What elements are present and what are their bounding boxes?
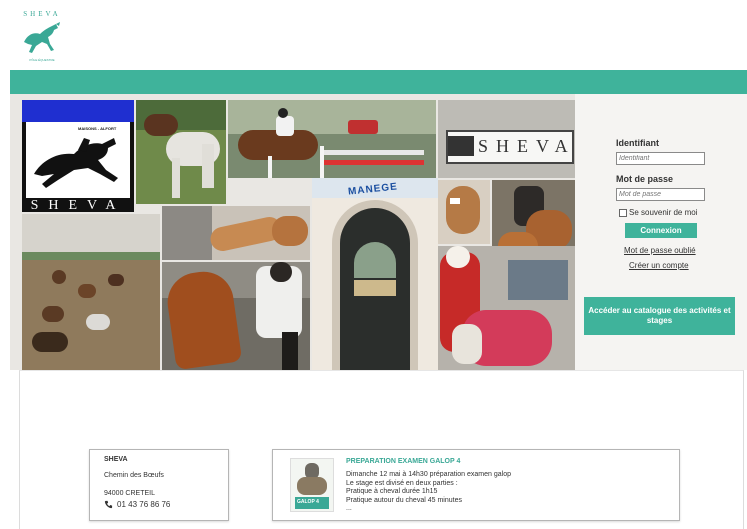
sheva-logo[interactable]: SHEVA PÔLE ÉQUESTRE (18, 8, 66, 66)
remember-me[interactable]: Se souvenir de moi (619, 208, 697, 217)
horses-heads-photo (162, 206, 310, 260)
manege-building-photo: MANEGE (312, 178, 438, 370)
forgot-password-link[interactable]: Mot de passe oublié (624, 246, 696, 255)
jumping-horse-silhouette (34, 138, 118, 188)
paddock-horses-photo (136, 100, 226, 204)
news-body: Dimanche 12 mai à 14h30 préparation exam… (346, 471, 511, 514)
navigation-bar (10, 70, 747, 94)
news-line: Pratique autour du cheval 45 minutes (346, 496, 462, 504)
horse-closeup-photo (438, 180, 490, 244)
phone-row[interactable]: 01 43 76 86 76 (104, 500, 228, 509)
create-account-link[interactable]: Créer un compte (629, 261, 689, 270)
address-street: Chemin des Bœufs (104, 472, 164, 479)
remember-checkbox[interactable] (619, 208, 627, 217)
identifiant-input[interactable] (616, 152, 705, 165)
site-header: SHEVA PÔLE ÉQUESTRE (0, 0, 747, 70)
sheva-sign-text: SHEVA (30, 198, 126, 212)
connexion-button[interactable]: Connexion (625, 223, 697, 238)
indoor-arena-photo (22, 214, 160, 370)
password-label: Mot de passe (616, 174, 674, 184)
news-card[interactable]: GALOP 4 PREPARATION EXAMEN GALOP 4 Diman… (272, 449, 680, 521)
remember-label: Se souvenir de moi (629, 208, 698, 217)
address-city: 94000 CRETEIL (104, 490, 155, 497)
news-thumbnail[interactable]: GALOP 4 (290, 458, 334, 512)
horse-logo-icon (24, 22, 60, 53)
chestnut-horse-photo (162, 262, 310, 370)
address-name: SHEVA (104, 456, 128, 463)
phone-number: 01 43 76 86 76 (117, 500, 171, 509)
content-area: SHEVA Chemin des Bœufs 94000 CRETEIL 01 … (19, 370, 744, 529)
news-line: Dimanche 12 mai à 14h30 préparation exam… (346, 471, 511, 478)
catalog-button[interactable]: Accéder au catalogue des activités et st… (584, 297, 735, 335)
phone-icon (104, 500, 113, 509)
login-panel: Identifiant Mot de passe Se souvenir de … (575, 94, 747, 370)
sheva-sign-photo: MAISONS - ALFORT SHEVA (22, 100, 134, 212)
password-input[interactable] (616, 188, 705, 201)
logo-tagline: PÔLE ÉQUESTRE (29, 58, 55, 62)
identifiant-label: Identifiant (616, 138, 659, 148)
logo-title: SHEVA (23, 10, 61, 18)
christmas-horse-photo (438, 246, 575, 370)
news-line: ... (346, 505, 352, 512)
news-line: Le stage est divisé en deux parties : (346, 479, 458, 487)
address-card: SHEVA Chemin des Bœufs 94000 CRETEIL 01 … (89, 449, 229, 521)
news-thumbnail-label: GALOP 4 (297, 499, 319, 505)
sheva-wall-sign-photo: SHEVA (438, 100, 575, 178)
news-title[interactable]: PREPARATION EXAMEN GALOP 4 (346, 458, 460, 465)
show-jumping-photo (228, 100, 436, 178)
news-line: Pratique à cheval durée 1h15 (346, 488, 438, 495)
sheva-wall-sign-text: SHEVA (478, 136, 575, 156)
